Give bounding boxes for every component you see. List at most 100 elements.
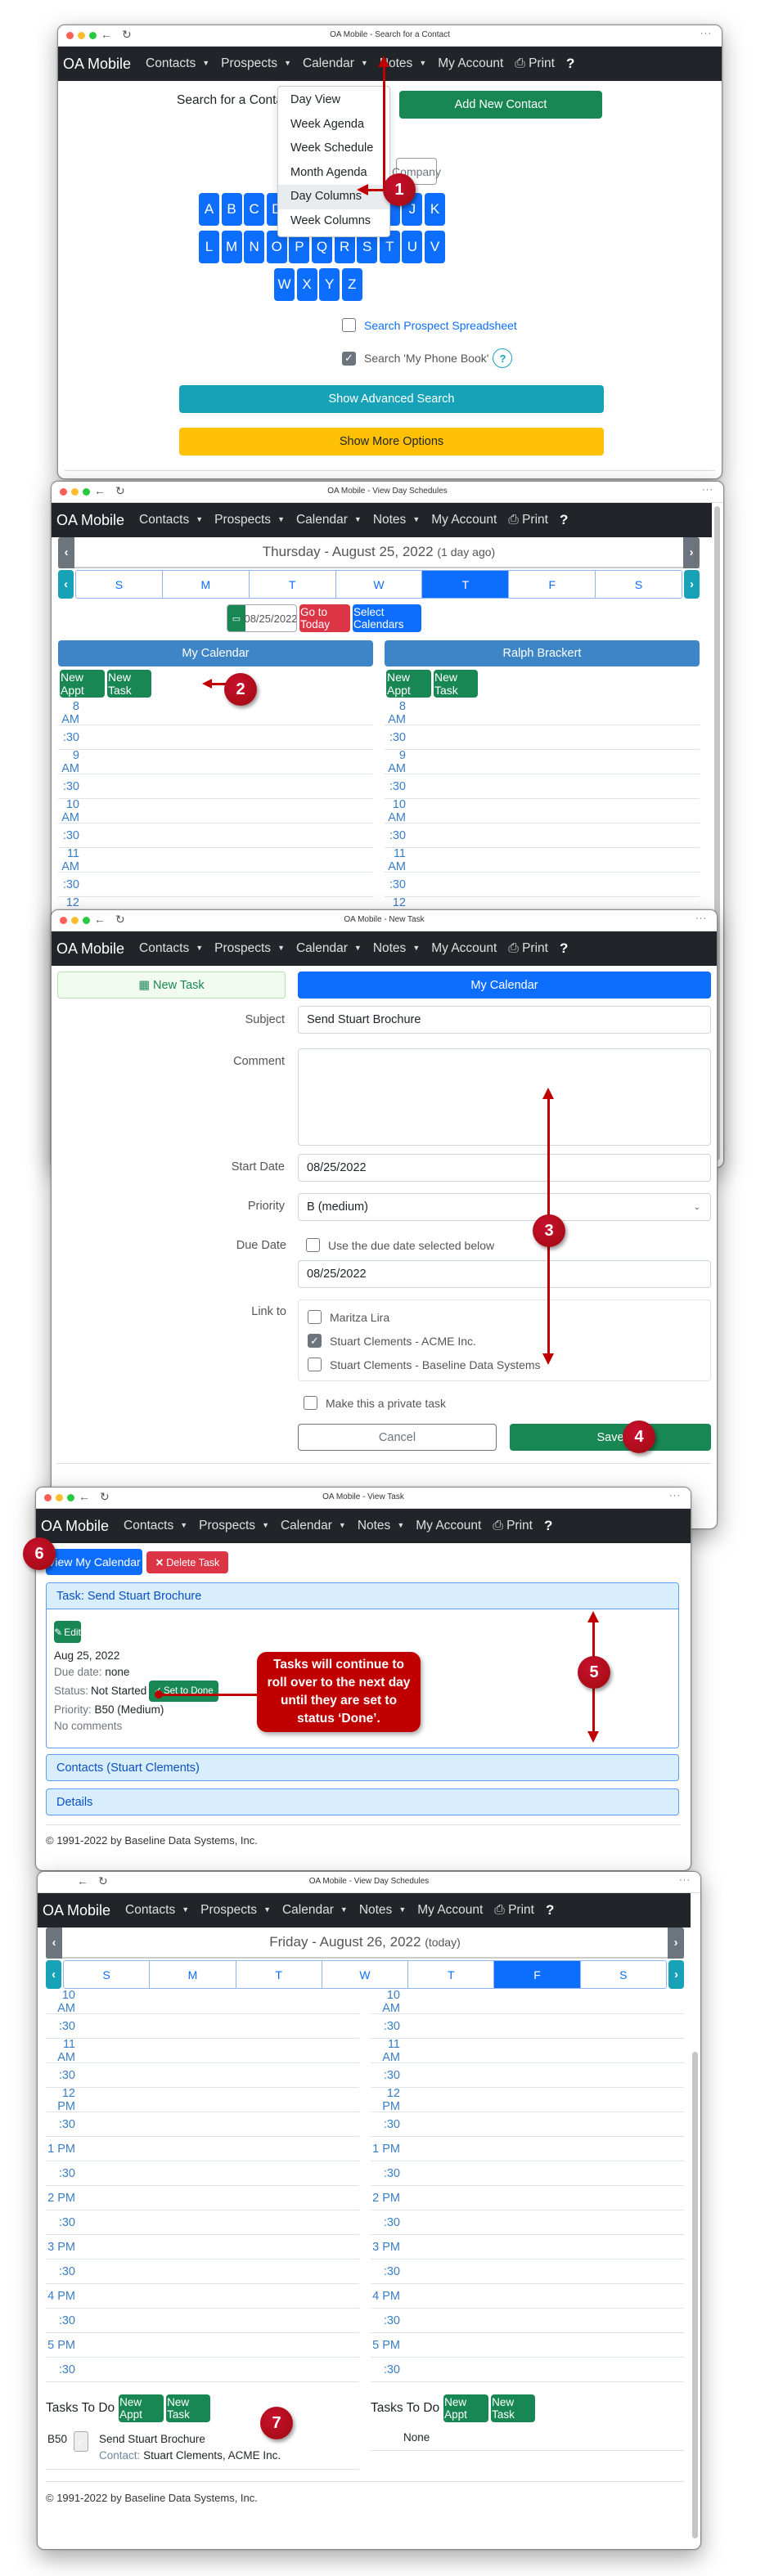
time-slot[interactable]: :30 [58, 873, 373, 897]
search-prospect-checkbox[interactable] [342, 318, 356, 332]
weekday-button[interactable]: T [248, 571, 335, 598]
nav-print[interactable]: ⎙ Print [515, 56, 555, 71]
help-icon[interactable]: ? [544, 1518, 552, 1534]
time-slot[interactable]: :30 [46, 2210, 359, 2235]
nav-calendar[interactable]: Calendar ▼ [296, 941, 362, 956]
time-slot[interactable]: 8 AM [385, 700, 700, 726]
time-slot[interactable]: :30 [46, 2260, 359, 2284]
time-slot[interactable]: :30 [46, 2161, 359, 2186]
time-slot[interactable]: :30 [371, 2260, 684, 2284]
nav-calendar[interactable]: Calendar ▼ [303, 56, 368, 71]
prev-day-button[interactable]: ‹ [46, 1928, 62, 1959]
time-slot[interactable]: :30 [58, 774, 373, 799]
nav-calendar[interactable]: Calendar ▼ [282, 1903, 348, 1918]
time-slot[interactable]: :30 [385, 873, 700, 897]
calendar-menu-item[interactable]: Week Columns [278, 209, 389, 234]
task-subject[interactable]: Send Stuart Brochure [99, 2431, 281, 2448]
nav-notes[interactable]: Notes ▼ [358, 1519, 404, 1533]
time-slot[interactable]: 3 PM [46, 2235, 359, 2260]
time-slot[interactable]: :30 [371, 2210, 684, 2235]
date-picker[interactable]: ▭ 08/25/2022 [227, 604, 297, 632]
time-slot[interactable]: :30 [58, 824, 373, 848]
nav-contacts[interactable]: Contacts ▼ [139, 941, 203, 956]
time-slot[interactable]: :30 [58, 725, 373, 750]
time-slot[interactable]: 8 AM [58, 700, 373, 726]
nav-prospects[interactable]: Prospects ▼ [214, 513, 285, 527]
select-calendars-button[interactable]: Select Calendars [353, 604, 421, 632]
time-slot[interactable]: :30 [371, 2063, 684, 2088]
time-slot[interactable]: 9 AM [385, 749, 700, 775]
calendar-column-header[interactable]: Ralph Brackert [385, 640, 700, 666]
details-section[interactable]: Details [46, 1788, 679, 1815]
new-task-button[interactable]: New Task [166, 2394, 211, 2422]
letter-button[interactable]: K [425, 193, 445, 226]
time-slot[interactable]: 10 AM [46, 1989, 359, 2015]
brand[interactable]: OA Mobile [43, 1902, 110, 1919]
nav-print[interactable]: ⎙ Print [508, 513, 548, 527]
go-to-today-button[interactable]: Go to Today [299, 604, 350, 632]
nav-contacts[interactable]: Contacts ▼ [139, 513, 203, 527]
weekday-button[interactable]: M [161, 571, 249, 598]
letter-button[interactable]: M [221, 231, 242, 263]
priority-select[interactable]: B (medium) ⌄ [298, 1193, 711, 1221]
link-option-checkbox[interactable] [308, 1358, 322, 1371]
time-slot[interactable]: 10 AM [58, 798, 373, 824]
time-slot[interactable]: 11 AM [385, 847, 700, 873]
link-option[interactable]: Maritza Lira [308, 1305, 701, 1329]
show-advanced-search-button[interactable]: Show Advanced Search [179, 385, 604, 413]
time-slot[interactable]: 11 AM [46, 2038, 359, 2064]
next-week-button[interactable]: › [684, 570, 700, 599]
calendar-menu-item[interactable]: Week Schedule [278, 137, 389, 161]
brand[interactable]: OA Mobile [41, 1518, 109, 1535]
search-phonebook-option[interactable]: ✓ Search 'My Phone Book' ? [342, 348, 513, 368]
calendar-menu-item[interactable]: Week Agenda [278, 113, 389, 137]
time-slot[interactable]: 12 PM [371, 2087, 684, 2113]
time-slot[interactable]: :30 [371, 2309, 684, 2333]
start-date-input[interactable]: 08/25/2022 [298, 1154, 711, 1182]
letter-button[interactable]: L [199, 231, 219, 263]
calendar-menu-item[interactable]: Month Agenda [278, 161, 389, 186]
time-slot[interactable]: :30 [46, 2063, 359, 2088]
nav-prospects[interactable]: Prospects ▼ [200, 1903, 271, 1918]
next-day-button[interactable]: › [668, 1928, 684, 1959]
brand[interactable]: OA Mobile [56, 512, 124, 529]
weekday-button[interactable]: W [335, 571, 422, 598]
new-appt-button[interactable]: New Appt [443, 2394, 489, 2422]
nav-prospects[interactable]: Prospects ▼ [214, 941, 285, 956]
time-slot[interactable]: 2 PM [371, 2186, 684, 2210]
task-item[interactable]: B50 ✓ Send Stuart Brochure Contact: Stuart … [46, 2423, 359, 2470]
time-slot[interactable]: :30 [371, 2358, 684, 2382]
edit-button[interactable]: ✎ Edit [54, 1621, 81, 1643]
nav-prospects[interactable]: Prospects ▼ [199, 1519, 269, 1533]
my-calendar-button[interactable]: My Calendar [298, 972, 711, 999]
use-due-date-option[interactable]: Use the due date selected below [306, 1238, 494, 1252]
nav-print[interactable]: ⎙ Print [494, 1903, 534, 1918]
weekday-button[interactable]: F [508, 571, 596, 598]
prev-week-button[interactable]: ‹ [58, 570, 74, 599]
time-slot[interactable]: 4 PM [46, 2284, 359, 2309]
letter-button[interactable]: V [425, 231, 445, 263]
time-slot[interactable]: :30 [385, 774, 700, 799]
nav-calendar[interactable]: Calendar ▼ [296, 513, 362, 527]
weekday-button[interactable]: S [64, 1961, 150, 1988]
nav-print[interactable]: ⎙ Print [508, 941, 548, 956]
subject-input[interactable]: Send Stuart Brochure [298, 1006, 711, 1034]
nav-my-account[interactable]: My Account [431, 941, 497, 956]
letter-button[interactable]: C [244, 193, 265, 226]
brand[interactable]: OA Mobile [63, 56, 131, 73]
time-slot[interactable]: 2 PM [46, 2186, 359, 2210]
brand[interactable]: OA Mobile [56, 940, 124, 958]
time-slot[interactable]: 11 AM [371, 2038, 684, 2064]
more-icon[interactable]: ··· [695, 913, 707, 923]
nav-my-account[interactable]: My Account [431, 513, 497, 527]
scrollbar[interactable] [692, 2052, 698, 2538]
time-slot[interactable]: 5 PM [46, 2333, 359, 2358]
more-icon[interactable]: ··· [679, 1875, 691, 1885]
letter-button[interactable]: N [244, 231, 265, 263]
weekday-button[interactable]: T [407, 1961, 494, 1988]
letter-button[interactable]: B [221, 193, 242, 226]
more-icon[interactable]: ··· [700, 29, 712, 38]
weekday-button[interactable]: F [493, 1961, 580, 1988]
use-due-date-checkbox[interactable] [306, 1238, 320, 1252]
nav-contacts[interactable]: Contacts ▼ [124, 1519, 187, 1533]
